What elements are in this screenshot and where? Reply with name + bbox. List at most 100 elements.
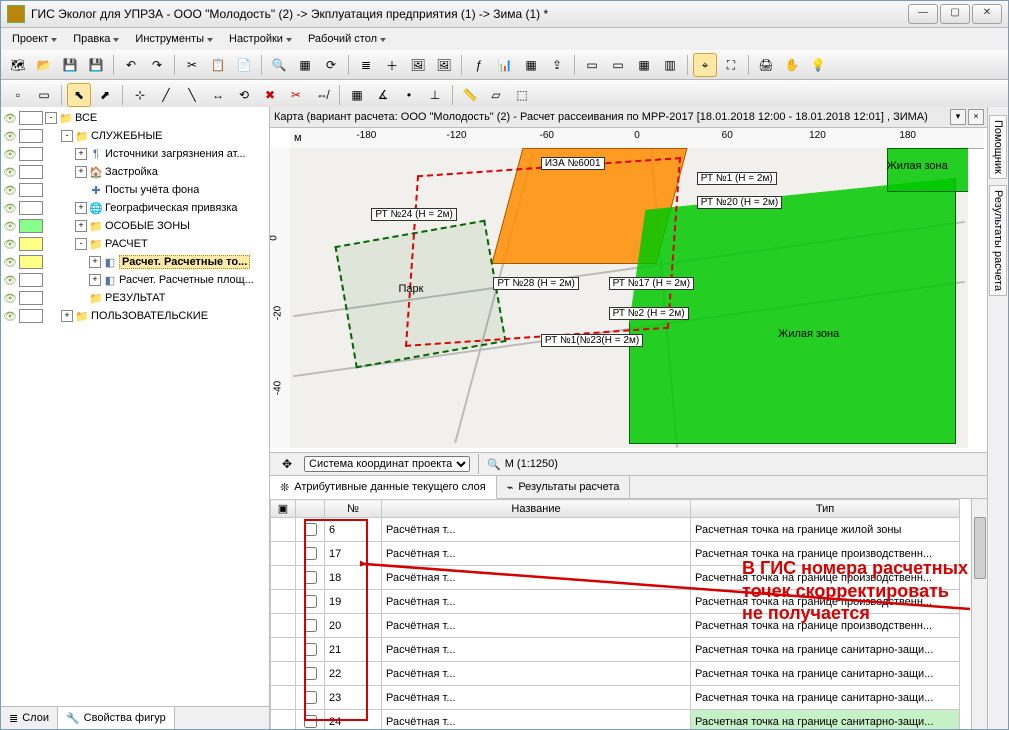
select-all-icon[interactable]: ⬚ bbox=[510, 83, 534, 107]
move-icon[interactable]: ↔ bbox=[206, 83, 230, 107]
swatch[interactable] bbox=[19, 291, 43, 305]
tab-calc-results[interactable]: ⌁ Результаты расчета bbox=[497, 476, 631, 498]
save-icon[interactable]: 💾 bbox=[58, 53, 82, 77]
row-handle[interactable] bbox=[271, 710, 296, 730]
row-handle[interactable] bbox=[271, 518, 296, 542]
open-map-icon[interactable]: 🗺 bbox=[6, 53, 30, 77]
expand-icon[interactable]: + bbox=[89, 274, 101, 286]
cell-number[interactable]: 22 bbox=[325, 662, 382, 686]
layer-tree[interactable]: 👁 - 📁 ВСЕ 👁-📁СЛУЖЕБНЫЕ👁+¶Источники загря… bbox=[1, 107, 269, 706]
select-arrow-icon[interactable]: ⬉ bbox=[67, 83, 91, 107]
cell-name[interactable]: Расчётная т... bbox=[382, 686, 691, 710]
cell-name[interactable]: Расчётная т... bbox=[382, 542, 691, 566]
expand-icon[interactable]: - bbox=[75, 238, 87, 250]
snap-grid-icon[interactable]: ▦ bbox=[345, 83, 369, 107]
col-number[interactable]: № bbox=[325, 500, 382, 518]
tab-shape-props[interactable]: 🔧Свойства фигур bbox=[58, 707, 175, 729]
row-checkbox[interactable] bbox=[296, 590, 325, 614]
cell-name[interactable]: Расчётная т... bbox=[382, 638, 691, 662]
tile-icon[interactable]: ▦ bbox=[632, 53, 656, 77]
save-all-icon[interactable]: 💾 bbox=[84, 53, 108, 77]
cell-type[interactable]: Расчетная точка на границе жилой зоны bbox=[691, 518, 960, 542]
col-checkbox[interactable] bbox=[296, 500, 325, 518]
row-handle[interactable] bbox=[271, 590, 296, 614]
row-handle[interactable] bbox=[271, 542, 296, 566]
map-close-icon[interactable]: × bbox=[968, 109, 984, 125]
filter-icon[interactable]: ▦ bbox=[293, 53, 317, 77]
disconnect-icon[interactable]: ⇎ bbox=[310, 83, 334, 107]
cell-name[interactable]: Расчётная т... bbox=[382, 566, 691, 590]
eye-icon[interactable]: 👁 bbox=[3, 220, 17, 233]
swatch[interactable] bbox=[19, 219, 43, 233]
report-icon[interactable]: 📊 bbox=[493, 53, 517, 77]
expand-icon[interactable]: + bbox=[61, 310, 73, 322]
expand-icon[interactable]: + bbox=[75, 220, 87, 232]
layer-label[interactable]: Посты учёта фона bbox=[105, 184, 199, 196]
eye-icon[interactable]: 👁 bbox=[3, 166, 17, 179]
cell-type[interactable]: Расчетная точка на границе санитарно-защ… bbox=[691, 686, 960, 710]
hand-icon[interactable]: ✋ bbox=[780, 53, 804, 77]
close-button[interactable]: ✕ bbox=[972, 4, 1002, 24]
swatch[interactable] bbox=[19, 111, 43, 125]
tab-attributes[interactable]: ❊ Атрибутивные данные текущего слоя bbox=[270, 476, 497, 499]
cell-number[interactable]: 24 bbox=[325, 710, 382, 730]
expand-icon[interactable]: - bbox=[61, 130, 73, 142]
eye-icon[interactable]: 👁 bbox=[3, 202, 17, 215]
table-row[interactable]: 24Расчётная т...Расчетная точка на грани… bbox=[271, 710, 960, 730]
side-tab-helper[interactable]: Помощник bbox=[989, 115, 1007, 179]
swatch[interactable] bbox=[19, 309, 43, 323]
open-folder-icon[interactable]: 📂 bbox=[32, 53, 56, 77]
row-handle[interactable] bbox=[271, 614, 296, 638]
layer-root-label[interactable]: ВСЕ bbox=[75, 112, 97, 124]
redo-icon[interactable]: ↷ bbox=[145, 53, 169, 77]
expand-icon[interactable]: + bbox=[75, 202, 87, 214]
maximize-button[interactable]: ▢ bbox=[940, 4, 970, 24]
layer-label[interactable]: Расчет. Расчетные площ... bbox=[119, 274, 254, 286]
cell-type[interactable]: Расчетная точка на границе санитарно-защ… bbox=[691, 710, 960, 730]
row-checkbox[interactable] bbox=[296, 542, 325, 566]
row-handle[interactable] bbox=[271, 566, 296, 590]
col-type[interactable]: Тип bbox=[691, 500, 960, 518]
delete-node-icon[interactable]: ✖ bbox=[258, 83, 282, 107]
eye-icon[interactable]: 👁 bbox=[3, 238, 17, 251]
window-icon[interactable]: ▭ bbox=[580, 53, 604, 77]
cell-number[interactable]: 17 bbox=[325, 542, 382, 566]
draw-point-icon[interactable]: ▫ bbox=[6, 83, 30, 107]
search-icon[interactable]: 🔍 bbox=[267, 53, 291, 77]
eye-icon[interactable]: 👁 bbox=[3, 184, 17, 197]
cell-type[interactable]: Расчетная точка на границе санитарно-защ… bbox=[691, 662, 960, 686]
map-canvas[interactable]: ИЗА №6001 РТ №1 (H = 2м) РТ №20 (H = 2м)… bbox=[290, 148, 968, 448]
table-row[interactable]: 23Расчётная т...Расчетная точка на грани… bbox=[271, 686, 960, 710]
layer-label[interactable]: РЕЗУЛЬТАТ bbox=[105, 292, 165, 304]
map-restore-icon[interactable]: ▾ bbox=[950, 109, 966, 125]
print-icon[interactable]: 🖨 bbox=[754, 53, 778, 77]
menu-tools[interactable]: Инструменты bbox=[128, 30, 220, 48]
swatch[interactable] bbox=[19, 201, 43, 215]
swatch[interactable] bbox=[19, 129, 43, 143]
cut-icon[interactable]: ✂ bbox=[180, 53, 204, 77]
zoom-tool-icon[interactable]: ⛶ bbox=[719, 53, 743, 77]
cell-type[interactable]: Расчетная точка на границе санитарно-защ… bbox=[691, 638, 960, 662]
row-handle[interactable] bbox=[271, 638, 296, 662]
cell-number[interactable]: 23 bbox=[325, 686, 382, 710]
swatch[interactable] bbox=[19, 183, 43, 197]
swatch[interactable] bbox=[19, 165, 43, 179]
cell-number[interactable]: 20 bbox=[325, 614, 382, 638]
swatch[interactable] bbox=[19, 147, 43, 161]
map-area[interactable]: м -180 -120 -60 0 60 120 180 0 -20 bbox=[270, 128, 988, 453]
coord-origin-icon[interactable]: ✥ bbox=[275, 452, 299, 476]
row-checkbox[interactable] bbox=[296, 686, 325, 710]
menu-project[interactable]: Проект bbox=[5, 30, 64, 48]
menu-edit[interactable]: Правка bbox=[66, 30, 126, 48]
side-tab-results[interactable]: Результаты расчета bbox=[989, 185, 1007, 296]
table-scrollbar[interactable] bbox=[971, 499, 988, 729]
node-icon[interactable]: ⊹ bbox=[128, 83, 152, 107]
row-checkbox[interactable] bbox=[296, 662, 325, 686]
eye-icon[interactable]: 👁 bbox=[3, 292, 17, 305]
attribute-table[interactable]: ▣ № Название Тип 6Расчётная т...Расчетна… bbox=[270, 499, 988, 729]
expand-icon[interactable]: + bbox=[75, 166, 87, 178]
cell-name[interactable]: Расчётная т... bbox=[382, 590, 691, 614]
polyline-icon[interactable]: ╲ bbox=[180, 83, 204, 107]
layers-icon[interactable]: ≣ bbox=[354, 53, 378, 77]
refresh-icon[interactable]: ⟳ bbox=[319, 53, 343, 77]
